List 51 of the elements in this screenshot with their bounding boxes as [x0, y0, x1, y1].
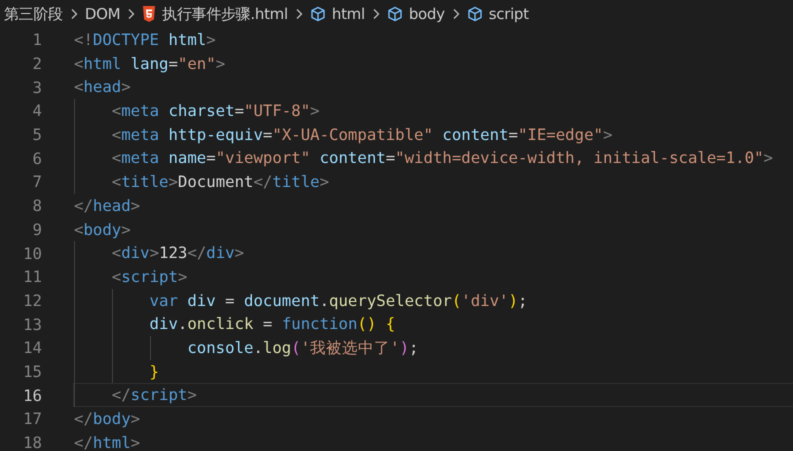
- breadcrumb-item[interactable]: script: [488, 5, 529, 23]
- line-number: 3: [32, 78, 42, 97]
- line-number: 11: [22, 267, 42, 286]
- chevron-icon: [452, 8, 460, 20]
- chevron-icon: [127, 8, 136, 20]
- code-line: console.log('我被选中了');: [73, 336, 793, 360]
- code-line: }: [73, 360, 793, 384]
- cube-icon: [466, 6, 483, 22]
- line-number: 12: [22, 290, 42, 310]
- line-number: 18: [22, 433, 42, 451]
- code-line: <title>Document</title>: [73, 170, 793, 194]
- breadcrumb-item[interactable]: DOM: [84, 5, 120, 23]
- line-number: 2: [32, 54, 42, 74]
- chevron-icon: [70, 8, 78, 20]
- code-line: <meta charset="UTF-8">: [73, 99, 793, 123]
- code-line: </script>: [73, 383, 793, 407]
- line-number: 5: [32, 125, 42, 144]
- code-line: </head>: [73, 194, 142, 217]
- code-line: var div = document.querySelector('div');: [73, 288, 793, 312]
- chevron-icon: [294, 8, 303, 20]
- line-number: 17: [22, 409, 42, 428]
- line-number: 16: [22, 386, 42, 405]
- line-number: 8: [32, 196, 42, 216]
- breadcrumb-item[interactable]: html: [332, 5, 365, 23]
- code-line: </html>: [73, 432, 142, 451]
- code-line: <meta http-equiv="X-UA-Compatible" content="IE=edge">: [73, 122, 793, 146]
- code-line: <html lang="en">: [73, 52, 226, 75]
- line-number: 14: [22, 338, 42, 358]
- code-line: <meta name="viewport" content="width=device-width, initial-scale=1.0">: [73, 146, 793, 170]
- line-number: 9: [32, 220, 42, 239]
- line-number: 1: [32, 30, 42, 50]
- html5-icon: [142, 6, 156, 22]
- line-number: 15: [22, 362, 42, 381]
- line-number: 4: [32, 101, 42, 120]
- line-number: 6: [32, 148, 42, 168]
- breadcrumb-item[interactable]: 第三阶段: [4, 4, 63, 24]
- breadcrumb-item[interactable]: body: [408, 5, 445, 23]
- code-line: </body>: [73, 408, 142, 430]
- code-line: <!DOCTYPE html>: [73, 29, 217, 51]
- line-number: 10: [22, 244, 42, 263]
- chevron-icon: [372, 8, 380, 20]
- code-line: <div>123</div>: [73, 241, 793, 265]
- cube-icon: [310, 6, 326, 22]
- code-line: <body>: [73, 218, 132, 240]
- breadcrumb-item[interactable]: 执行事件步骤.html: [162, 4, 288, 24]
- line-number: 13: [22, 314, 42, 334]
- line-number: 7: [32, 172, 42, 192]
- code-line: <head>: [73, 76, 132, 98]
- cube-icon: [386, 6, 403, 22]
- code-line: <script>: [73, 264, 793, 289]
- code-line: div.onclick = function() {: [73, 312, 793, 336]
